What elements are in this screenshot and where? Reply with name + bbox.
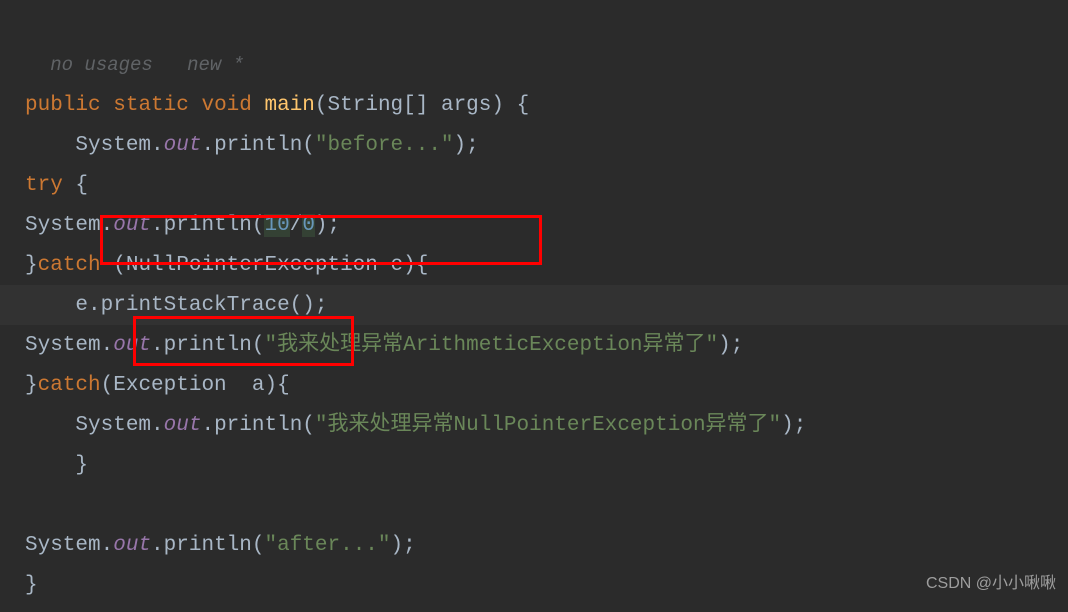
code-line-3[interactable]: try { [25,166,1068,206]
no-usages-hint: no usages [50,54,153,76]
code-line-1[interactable]: public static void main(String[] args) { [25,86,1068,126]
code-line-7[interactable]: System.out.println("我来处理异常ArithmeticExce… [25,326,1068,366]
hints-line: no usages new * [25,5,1068,86]
code-line-6[interactable]: e.printStackTrace(); [25,286,1068,326]
code-line-5[interactable]: }catch (NullPointerException e){ [25,246,1068,286]
new-hint: new * [187,54,244,76]
code-line-12[interactable]: System.out.println("after..."); [25,526,1068,566]
code-line-11[interactable] [25,486,1068,526]
code-line-10[interactable]: } [25,446,1068,486]
code-line-8[interactable]: }catch(Exception a){ [25,366,1068,406]
code-line-4[interactable]: System.out.println(10/0); [25,206,1068,246]
code-line-13[interactable]: } [25,566,1068,606]
code-line-2[interactable]: System.out.println("before..."); [25,126,1068,166]
code-line-9[interactable]: System.out.println("我来处理异常NullPointerExc… [25,406,1068,446]
watermark: CSDN @小小啾啾 [926,564,1056,604]
